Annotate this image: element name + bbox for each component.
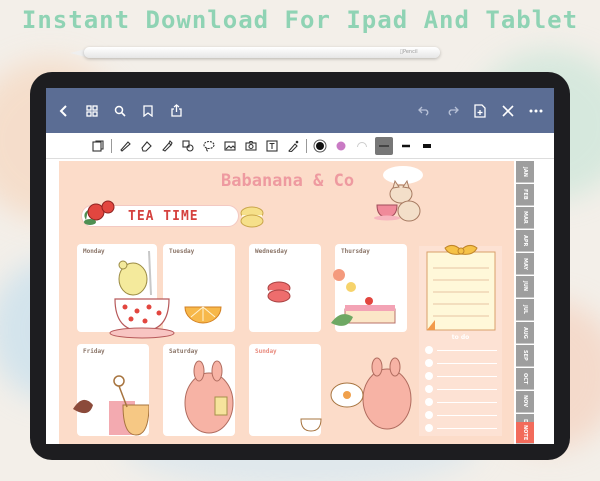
todo-item[interactable] [425,359,497,367]
todo-title: to do [451,334,470,341]
pink-bunny-illustration [184,360,234,434]
cat-teacup-illustration [374,166,423,222]
laser-pointer-icon[interactable] [285,138,301,154]
tea-time-title: TEA TIME [128,209,199,224]
text-icon[interactable] [264,138,280,154]
tab-feb[interactable]: FEB [516,184,534,206]
tea-mug-illustration [73,375,149,436]
todo-checkbox[interactable] [425,424,433,432]
highlighter-icon[interactable] [159,138,175,154]
todo-checkbox[interactable] [425,398,433,406]
tab-sep[interactable]: SEP [516,345,534,367]
bunny-teapot-illustration [300,357,412,432]
shapes-icon[interactable] [180,138,196,154]
apple-pencil-image: Pencil [70,44,440,60]
eraser-icon[interactable] [138,138,154,154]
headline: Instant Download For Ipad And Tablet [21,6,579,34]
todo-item[interactable] [425,372,497,380]
macaron-icon [240,206,264,228]
day-label-monday: Monday [83,248,105,255]
todo-panel[interactable]: to do [419,244,502,436]
redo-icon[interactable] [442,101,462,121]
todo-item[interactable] [425,398,497,406]
month-tabs: JAN FEB MAR APR MAY JUN JUL AUG SEP OCT … [516,161,534,444]
read-mode-icon[interactable] [90,138,106,154]
tab-may[interactable]: MAY [516,253,534,275]
planner-page[interactable]: Babanana & Co TEA TIME Monday Tuesday We… [59,161,514,444]
add-page-icon[interactable] [470,101,490,121]
ipad-frame: Babanana & Co TEA TIME Monday Tuesday We… [30,72,570,460]
color-swatch-white[interactable] [354,138,370,154]
todo-item[interactable] [425,346,497,354]
toolbar-divider [111,138,112,153]
todo-item[interactable] [425,424,497,432]
share-icon[interactable] [166,101,186,121]
ipad-screen: Babanana & Co TEA TIME Monday Tuesday We… [46,88,554,444]
stroke-size-medium[interactable] [398,138,414,154]
todo-checkbox[interactable] [425,385,433,393]
tab-note[interactable]: NOTE [516,422,534,444]
notepad-with-bow-illustration [426,244,496,331]
day-label-thursday: Thursday [341,248,370,255]
image-icon[interactable] [222,138,238,154]
top-navbar [46,88,554,133]
camera-icon[interactable] [243,138,259,154]
grid-icon[interactable] [82,101,102,121]
todo-item[interactable] [425,411,497,419]
pen-icon[interactable] [117,138,133,154]
more-icon[interactable] [526,101,546,121]
tab-mar[interactable]: MAR [516,207,534,229]
todo-item[interactable] [425,385,497,393]
search-icon[interactable] [110,101,130,121]
close-icon[interactable] [498,101,518,121]
bear-teacup-illustration [109,251,175,339]
pencil-label: Pencil [400,49,418,55]
todo-checkbox[interactable] [425,372,433,380]
tab-oct[interactable]: OCT [516,368,534,390]
stroke-size-thick[interactable] [419,138,435,154]
day-label-wednesday: Wednesday [255,248,288,255]
tea-time-banner: TEA TIME [81,200,264,228]
drawing-toolbar [46,133,554,159]
undo-icon[interactable] [414,101,434,121]
rose-icon [84,200,115,225]
tab-jun[interactable]: JUN [516,276,534,298]
color-swatch-black[interactable] [312,138,328,154]
back-icon[interactable] [54,101,74,121]
todo-checkbox[interactable] [425,346,433,354]
tab-jan[interactable]: JAN [516,161,534,183]
tab-jul[interactable]: JUL [516,299,534,321]
bookmark-icon[interactable] [138,101,158,121]
color-swatch-purple[interactable] [333,138,349,154]
toolbar-divider [306,138,307,153]
cake-and-mint-illustration [331,269,396,326]
lasso-icon[interactable] [201,138,217,154]
tab-nov[interactable]: NOV [516,391,534,413]
orange-slice-icon [184,306,222,324]
todo-checkbox[interactable] [425,359,433,367]
day-label-sunday: Sunday [255,348,277,355]
tab-apr[interactable]: APR [516,230,534,252]
todo-checkbox[interactable] [425,411,433,419]
tab-aug[interactable]: AUG [516,322,534,344]
brand-title: Babanana & Co [221,171,355,191]
stroke-size-thin[interactable] [375,136,393,155]
day-label-friday: Friday [83,348,105,355]
macaron-pink-icon [267,281,291,303]
